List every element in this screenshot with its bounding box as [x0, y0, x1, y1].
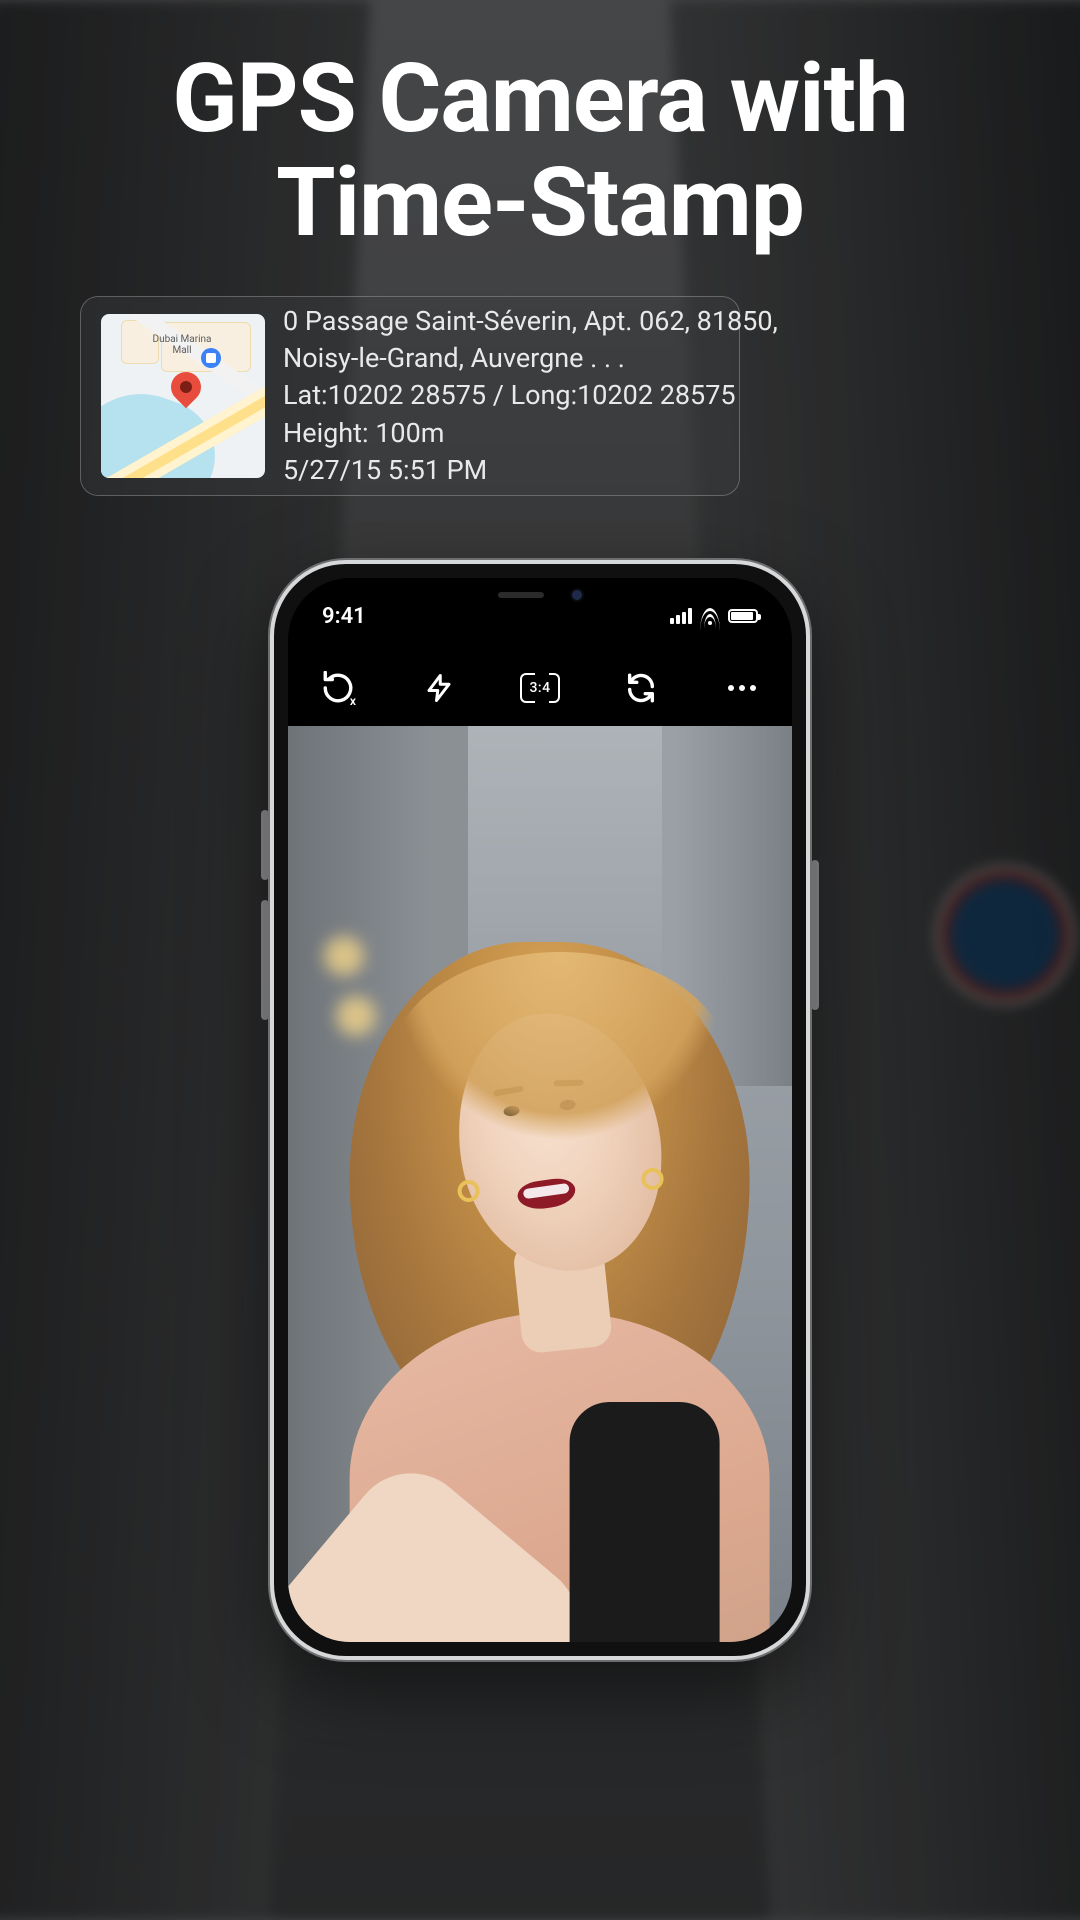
camera-viewfinder[interactable]	[288, 726, 792, 1642]
camera-switch-button[interactable]	[619, 666, 663, 710]
more-options-button[interactable]	[720, 666, 764, 710]
flash-button[interactable]	[417, 666, 461, 710]
phone-volume-button	[261, 900, 269, 1020]
flash-icon	[424, 670, 454, 706]
battery-icon	[728, 609, 758, 623]
location-text-block: 0 Passage Saint-Séverin, Apt. 062, 81850…	[283, 303, 778, 489]
aspect-ratio-icon: 3:4	[520, 673, 560, 703]
hero-title: GPS Camera with Time-Stamp	[0, 48, 1080, 255]
subject-portrait	[310, 882, 790, 1642]
phone-notch	[440, 578, 640, 612]
app-promo-screen: GPS Camera with Time-Stamp Dubai Marina …	[0, 0, 1080, 1920]
status-time: 9:41	[322, 604, 366, 629]
phone-power-button	[811, 860, 819, 1010]
location-datetime: 5/27/15 5:51 PM	[283, 452, 778, 489]
aspect-ratio-label: 3:4	[529, 680, 550, 696]
cellular-signal-icon	[670, 608, 692, 624]
aspect-ratio-button[interactable]: 3:4	[518, 666, 562, 710]
hero-title-line1: GPS Camera with	[172, 43, 907, 155]
phone-volume-button	[261, 810, 269, 880]
location-address-line1: 0 Passage Saint-Séverin, Apt. 062, 81850…	[283, 303, 778, 340]
map-thumbnail: Dubai Marina Mall	[101, 314, 265, 478]
location-address-line2: Noisy-le-Grand, Auvergne . . .	[283, 340, 778, 377]
timer-button[interactable]: x	[316, 666, 360, 710]
location-coordinates: Lat:10202 28575 / Long:10202 28575	[283, 377, 778, 414]
location-height: Height: 100m	[283, 415, 778, 452]
map-poi-icon	[201, 348, 221, 368]
location-info-card: Dubai Marina Mall 0 Passage Saint-Séveri…	[80, 296, 740, 496]
camera-toolbar: x 3:4	[288, 650, 792, 726]
camera-switch-icon	[624, 671, 658, 705]
phone-screen: 9:41 x	[288, 578, 792, 1642]
wifi-icon	[700, 608, 720, 624]
phone-mockup: 9:41 x	[270, 560, 810, 1660]
more-icon	[728, 685, 756, 691]
hero-title-line2: Time-Stamp	[276, 147, 804, 259]
